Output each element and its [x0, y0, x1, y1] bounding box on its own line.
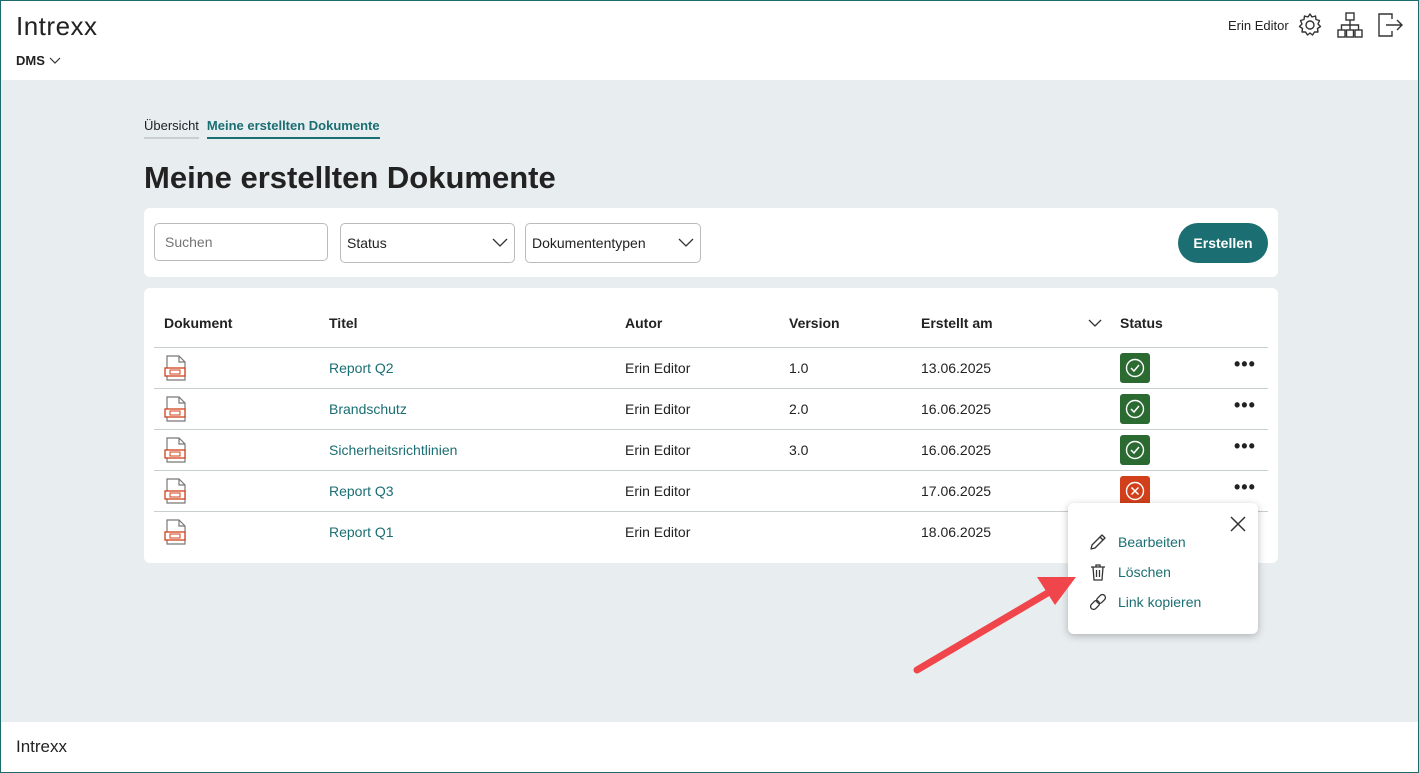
- app-window: Intrexx DMS Erin Editor Übersicht Meine …: [0, 0, 1419, 773]
- page-title: Meine erstellten Dokumente: [144, 160, 556, 195]
- more-options-button[interactable]: •••: [1234, 477, 1256, 498]
- search-input[interactable]: [154, 223, 328, 261]
- trash-icon: [1091, 564, 1105, 581]
- status-approved-badge: [1120, 353, 1150, 383]
- author-cell: Erin Editor: [625, 524, 691, 540]
- status-approved-badge: [1120, 435, 1150, 465]
- more-options-button[interactable]: •••: [1234, 436, 1256, 457]
- document-title-link[interactable]: Report Q3: [329, 483, 394, 499]
- check-circle-icon: [1125, 440, 1145, 460]
- context-menu: Bearbeiten Löschen Link kopieren: [1068, 503, 1258, 634]
- check-circle-icon: [1125, 399, 1145, 419]
- column-header-document: Dokument: [164, 315, 233, 331]
- filter-bar: Status Dokumententypen Erstellen: [144, 208, 1278, 277]
- created-cell: 17.06.2025: [921, 483, 992, 499]
- document-icon[interactable]: [164, 478, 188, 504]
- tab-bar: Übersicht Meine erstellten Dokumente: [144, 118, 380, 139]
- table-row: Brandschutz Erin Editor 2.0 16.06.2025 •…: [154, 388, 1268, 430]
- chevron-down-icon: [49, 57, 61, 64]
- table-row: Sicherheitsrichtlinien Erin Editor 3.0 1…: [154, 429, 1268, 471]
- doctype-filter-label: Dokumententypen: [532, 235, 646, 251]
- close-icon[interactable]: [1229, 515, 1247, 533]
- column-header-version[interactable]: Version: [789, 315, 840, 331]
- menu-item-copy-link[interactable]: Link kopieren: [1088, 592, 1201, 612]
- document-icon[interactable]: [164, 519, 188, 545]
- user-name[interactable]: Erin Editor: [1228, 18, 1289, 33]
- app-switcher-label: DMS: [16, 53, 45, 68]
- intrexx-logo[interactable]: Intrexx: [16, 11, 98, 42]
- column-header-created[interactable]: Erstellt am: [921, 315, 993, 331]
- document-title-link[interactable]: Brandschutz: [329, 401, 407, 417]
- author-cell: Erin Editor: [625, 401, 691, 417]
- document-title-link[interactable]: Report Q1: [329, 524, 394, 540]
- status-approved-badge: [1120, 394, 1150, 424]
- header: Intrexx DMS Erin Editor: [1, 1, 1418, 80]
- document-icon[interactable]: [164, 396, 188, 422]
- column-header-author[interactable]: Autor: [625, 315, 662, 331]
- chevron-down-icon: [492, 238, 508, 247]
- version-cell: 3.0: [789, 442, 809, 458]
- logout-icon[interactable]: [1376, 11, 1404, 39]
- created-cell: 13.06.2025: [921, 360, 992, 376]
- column-header-status[interactable]: Status: [1120, 315, 1163, 331]
- document-title-link[interactable]: Report Q2: [329, 360, 394, 376]
- link-icon: [1089, 593, 1107, 611]
- document-icon[interactable]: [164, 437, 188, 463]
- menu-item-label: Link kopieren: [1118, 594, 1202, 610]
- app-switcher[interactable]: DMS: [16, 53, 61, 68]
- more-options-button[interactable]: •••: [1234, 395, 1256, 416]
- version-cell: 1.0: [789, 360, 809, 376]
- status-filter-label: Status: [347, 235, 387, 251]
- author-cell: Erin Editor: [625, 442, 691, 458]
- created-cell: 16.06.2025: [921, 442, 992, 458]
- sitemap-icon[interactable]: [1336, 11, 1364, 39]
- menu-item-delete[interactable]: Löschen: [1088, 562, 1171, 582]
- created-cell: 16.06.2025: [921, 401, 992, 417]
- version-cell: 2.0: [789, 401, 809, 417]
- tab-my-documents[interactable]: Meine erstellten Dokumente: [206, 118, 380, 139]
- pencil-icon: [1090, 534, 1106, 550]
- column-header-title[interactable]: Titel: [329, 315, 358, 331]
- status-filter[interactable]: Status: [340, 223, 515, 263]
- footer-logo: Intrexx: [16, 737, 68, 756]
- created-cell: 18.06.2025: [921, 524, 992, 540]
- document-icon[interactable]: [164, 355, 188, 381]
- more-options-button[interactable]: •••: [1234, 354, 1256, 375]
- author-cell: Erin Editor: [625, 483, 691, 499]
- x-circle-icon: [1125, 481, 1145, 501]
- status-rejected-badge: [1120, 476, 1150, 506]
- menu-item-label: Bearbeiten: [1118, 534, 1186, 550]
- chevron-down-icon: [678, 238, 694, 247]
- sort-chevron-down-icon[interactable]: [1088, 319, 1102, 328]
- tab-overview[interactable]: Übersicht: [144, 118, 199, 139]
- doctype-filter[interactable]: Dokumententypen: [525, 223, 701, 263]
- menu-item-label: Löschen: [1118, 564, 1171, 580]
- gear-icon[interactable]: [1296, 11, 1324, 39]
- check-circle-icon: [1125, 358, 1145, 378]
- author-cell: Erin Editor: [625, 360, 691, 376]
- footer: Intrexx: [1, 722, 1418, 772]
- menu-item-edit[interactable]: Bearbeiten: [1088, 532, 1186, 552]
- create-button[interactable]: Erstellen: [1178, 223, 1268, 263]
- table-row: Report Q2 Erin Editor 1.0 13.06.2025 •••: [154, 347, 1268, 389]
- document-title-link[interactable]: Sicherheitsrichtlinien: [329, 442, 457, 458]
